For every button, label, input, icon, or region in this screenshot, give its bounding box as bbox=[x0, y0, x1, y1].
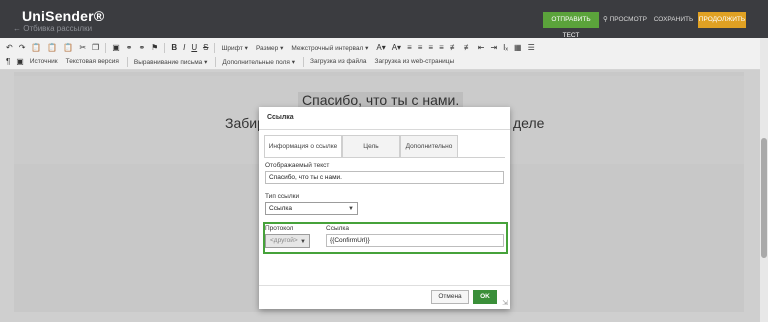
heading-text-right[interactable]: деле bbox=[513, 115, 544, 131]
editor-toolbar: ↶ ↷ 📋 📋 📋 ✂ ❐ ▣ ⚭ ⚭ ⚑ B I U S Шрифт ▾ Ра… bbox=[0, 38, 760, 70]
paste-word-icon[interactable]: 📋 bbox=[63, 43, 73, 52]
size-label: Размер bbox=[255, 44, 279, 52]
align-right-icon[interactable]: ≡ bbox=[428, 43, 433, 52]
image-icon[interactable]: ▣ bbox=[112, 43, 120, 52]
italic-icon[interactable]: I bbox=[183, 43, 185, 52]
toolbar-row-1: ↶ ↷ 📋 📋 📋 ✂ ❐ ▣ ⚭ ⚭ ⚑ B I U S Шрифт ▾ Ра… bbox=[6, 41, 541, 54]
source-icon[interactable]: ▣ bbox=[16, 57, 24, 66]
table-icon[interactable]: ▦ bbox=[514, 43, 522, 52]
undo-icon[interactable]: ↶ bbox=[6, 43, 13, 52]
dialog-footer-divider bbox=[259, 285, 510, 286]
app-window: UniSender® ← Отбивка рассылки Отправить … bbox=[0, 0, 768, 322]
line-spacing-label: Межстрочный интервал bbox=[291, 44, 364, 52]
preview-label: Просмотр bbox=[609, 16, 647, 23]
ordered-list-icon[interactable]: ≢ bbox=[450, 43, 458, 52]
scrollbar-thumb[interactable] bbox=[761, 138, 767, 258]
toolbar-divider bbox=[105, 42, 107, 53]
link-type-value: Ссылка bbox=[269, 205, 293, 212]
chevron-down-icon: ▼ bbox=[348, 206, 354, 212]
back-link[interactable]: ← Отбивка рассылки bbox=[13, 24, 92, 33]
size-dropdown[interactable]: Размер ▾ bbox=[256, 44, 283, 52]
toolbar-divider bbox=[214, 42, 216, 53]
tabs-divider bbox=[264, 157, 505, 158]
align-center-icon[interactable]: ≡ bbox=[418, 43, 423, 52]
load-web-button[interactable]: Загрузка из web-страницы bbox=[375, 58, 455, 65]
link-type-select[interactable]: Ссылка ▼ bbox=[265, 202, 358, 215]
cut-icon[interactable]: ✂ bbox=[79, 43, 86, 52]
line-spacing-dropdown[interactable]: Межстрочный интервал ▾ bbox=[291, 44, 368, 52]
redo-icon[interactable]: ↷ bbox=[19, 43, 26, 52]
save-button[interactable]: Сохранить bbox=[651, 12, 696, 28]
clear-format-icon[interactable]: Iₓ bbox=[503, 43, 508, 52]
align-letter-label: Выравнивание письма bbox=[133, 58, 203, 66]
link-dialog: Ссылка Информация о ссылке Цель Дополнит… bbox=[259, 107, 510, 309]
preview-button[interactable]: ⚲ Просмотр bbox=[603, 12, 647, 28]
copy-icon[interactable]: ❐ bbox=[92, 43, 99, 52]
font-label: Шрифт bbox=[221, 44, 243, 52]
ok-button[interactable]: OK bbox=[473, 290, 497, 304]
tab-advanced[interactable]: Дополнительно bbox=[400, 135, 458, 157]
bold-icon[interactable]: B bbox=[171, 43, 177, 52]
tab-target[interactable]: Цель bbox=[342, 135, 400, 157]
paste-text-icon[interactable]: 📋 bbox=[47, 43, 57, 52]
bullet-list-icon[interactable]: ≢ bbox=[464, 43, 472, 52]
protocol-select[interactable]: <другой> ▼ bbox=[265, 234, 310, 248]
dialog-tabs: Информация о ссылке Цель Дополнительно bbox=[264, 135, 458, 157]
font-dropdown[interactable]: Шрифт ▾ bbox=[221, 44, 247, 52]
chevron-down-icon: ▼ bbox=[300, 239, 306, 245]
top-header: UniSender® ← Отбивка рассылки Отправить … bbox=[0, 0, 768, 39]
toolbar-row-2: ¶ ▣ Источник Текстовая версия Выравниван… bbox=[6, 55, 462, 68]
anchor-icon[interactable]: ⚑ bbox=[151, 43, 158, 52]
link-type-label: Тип ссылки bbox=[265, 193, 300, 200]
protocol-value: <другой> bbox=[270, 237, 298, 244]
strikethrough-icon[interactable]: S bbox=[203, 43, 208, 52]
toolbar-divider bbox=[164, 42, 166, 53]
outdent-icon[interactable]: ⇤ bbox=[478, 43, 485, 52]
toolbar-divider bbox=[303, 56, 305, 67]
text-color-icon[interactable]: A▾ bbox=[376, 43, 385, 52]
unlink-icon[interactable]: ⚭ bbox=[138, 43, 145, 52]
horizontal-rule-icon[interactable]: ☰ bbox=[528, 43, 535, 52]
selected-heading-text[interactable]: Спасибо, что ты с нами. bbox=[298, 92, 464, 108]
toolbar-divider bbox=[126, 56, 128, 67]
load-file-button[interactable]: Загрузка из файла bbox=[310, 58, 367, 65]
align-letter-dropdown[interactable]: Выравнивание письма ▾ bbox=[134, 58, 208, 66]
resize-handle-icon[interactable]: ⇲ bbox=[502, 299, 508, 307]
extra-fields-dropdown[interactable]: Дополнительные поля ▾ bbox=[222, 58, 295, 66]
page-scrollbar[interactable] bbox=[760, 38, 768, 322]
continue-button[interactable]: Продолжить bbox=[698, 12, 746, 28]
paste-icon[interactable]: 📋 bbox=[31, 43, 41, 52]
dialog-divider bbox=[259, 129, 510, 130]
text-version-button[interactable]: Текстовая версия bbox=[66, 58, 119, 65]
underline-icon[interactable]: U bbox=[191, 43, 197, 52]
styles-icon[interactable]: ¶ bbox=[6, 57, 10, 66]
indent-icon[interactable]: ⇥ bbox=[490, 43, 497, 52]
source-button[interactable]: Источник bbox=[30, 58, 58, 65]
display-text-input[interactable]: Спасибо, что ты с нами. bbox=[265, 171, 504, 184]
send-test-button[interactable]: Отправить тест bbox=[543, 12, 599, 39]
dialog-title: Ссылка bbox=[267, 114, 294, 121]
cancel-button[interactable]: Отмена bbox=[431, 290, 469, 304]
display-text-label: Отображаемый текст bbox=[265, 162, 330, 169]
extra-fields-label: Дополнительные поля bbox=[222, 58, 290, 66]
logo: UniSender® bbox=[22, 8, 105, 24]
link-icon[interactable]: ⚭ bbox=[126, 43, 133, 52]
align-justify-icon[interactable]: ≡ bbox=[439, 43, 444, 52]
search-icon: ⚲ bbox=[603, 16, 610, 23]
tab-link-info[interactable]: Информация о ссылке bbox=[264, 135, 342, 157]
toolbar-divider bbox=[215, 56, 217, 67]
align-left-icon[interactable]: ≡ bbox=[407, 43, 412, 52]
bg-color-icon[interactable]: A▾ bbox=[392, 43, 401, 52]
